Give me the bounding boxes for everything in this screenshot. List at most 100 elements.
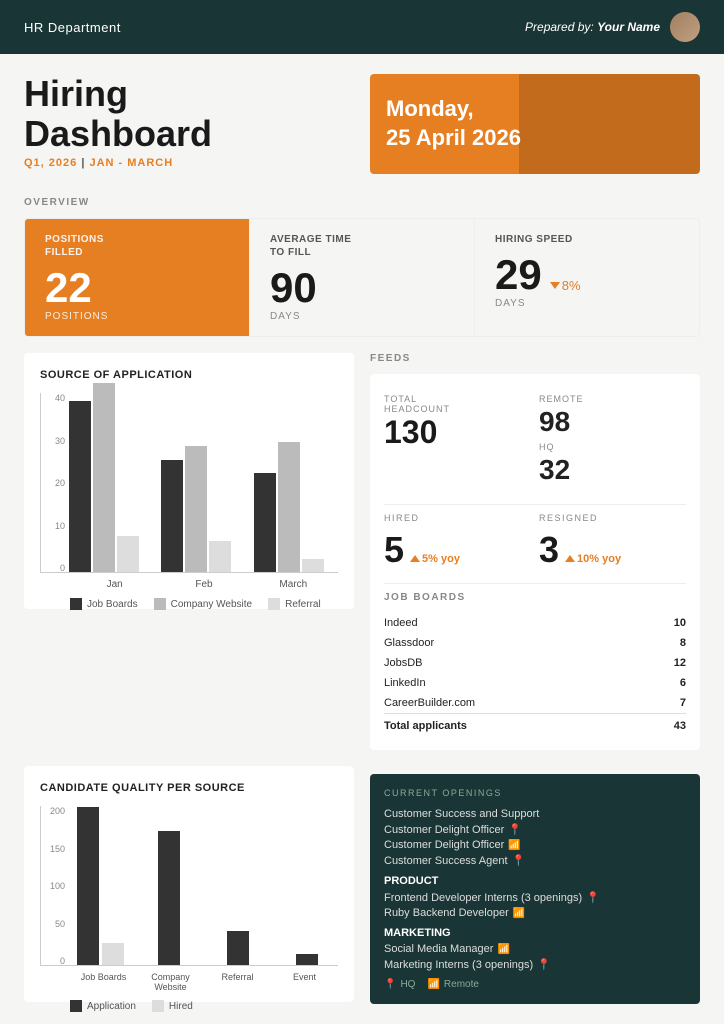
jb-table-row: CareerBuilder.com7: [384, 693, 686, 714]
hiring-speed-value: 29: [495, 252, 542, 298]
prepared-label: Prepared by: Your Name: [525, 20, 660, 34]
cq-y-axis: 200 150 100 50 0: [41, 806, 65, 966]
opening-group-title: PRODUCT: [384, 875, 686, 887]
opening-item: Ruby Backend Developer📶: [384, 907, 686, 919]
source-chart-section: SOURCE OF APPLICATION 40 30 20 10 0: [24, 353, 354, 750]
cq-legend-application-label: Application: [87, 1001, 136, 1012]
hq-value: 32: [539, 454, 686, 486]
cq-legend-application: Application: [70, 1000, 136, 1012]
y-label: 40: [41, 393, 65, 403]
candidate-quality-section: CANDIDATE QUALITY PER SOURCE 200 150 100…: [24, 766, 354, 1004]
opening-item: Frontend Developer Interns (3 openings)📍: [384, 891, 686, 904]
legend-referral-label: Referral: [285, 599, 321, 610]
jb-name: Glassdoor: [384, 633, 650, 653]
opening-text: Frontend Developer Interns (3 openings): [384, 892, 582, 904]
legend-box-lighter: [268, 598, 280, 610]
avatar: [670, 12, 700, 42]
opening-text: Marketing Interns (3 openings): [384, 959, 533, 971]
date-section: Monday, 25 April 2026: [370, 74, 700, 181]
bar-group-feb: [161, 446, 245, 572]
y-label: 10: [41, 521, 65, 531]
cq-legend-hired-label: Hired: [169, 1001, 193, 1012]
opening-group-title: MARKETING: [384, 927, 686, 939]
source-chart: SOURCE OF APPLICATION 40 30 20 10 0: [24, 353, 354, 609]
resigned-delta: 10% yoy: [565, 553, 621, 565]
dashboard-title-section: Hiring Dashboard Q1, 2026 | JAN - MARCH: [24, 74, 354, 181]
cq-chart-section: CANDIDATE QUALITY PER SOURCE 200 150 100…: [24, 766, 354, 1002]
jb-count: 7: [650, 693, 686, 714]
bar-group-jan: [69, 383, 153, 572]
avg-time-value: 90: [270, 265, 454, 311]
resigned-up-icon: [565, 555, 575, 562]
delta-down-icon: [550, 282, 560, 289]
legend-job-boards: Job Boards: [70, 598, 138, 610]
avg-time-label: AVERAGE TIMETO FILL: [270, 233, 454, 259]
bar-feb-jobboards: [161, 460, 183, 572]
opening-text: Ruby Backend Developer: [384, 907, 509, 919]
x-label-feb: Feb: [159, 579, 248, 590]
hiring-speed-delta: 8%: [550, 278, 581, 293]
wifi-icon: 📶: [427, 979, 439, 990]
jb-total-value: 43: [650, 714, 686, 737]
jb-table-row: LinkedIn6: [384, 673, 686, 693]
cq-x-referral: Referral: [204, 972, 271, 992]
hired-label: HIRED: [384, 513, 531, 523]
opening-text: Customer Success and Support: [384, 808, 539, 820]
y-label: 20: [41, 478, 65, 488]
bottom-grid: SOURCE OF APPLICATION 40 30 20 10 0: [24, 353, 700, 1004]
job-boards-table: Indeed10Glassdoor8JobsDB12LinkedIn6Caree…: [384, 613, 686, 736]
positions-filled-value: 22: [45, 265, 229, 311]
jb-name: CareerBuilder.com: [384, 693, 650, 714]
bar-feb-website: [185, 446, 207, 572]
overview-cards: POSITIONSFILLED 22 POSITIONS AVERAGE TIM…: [24, 218, 700, 337]
jb-name: Indeed: [384, 613, 650, 633]
divider: [384, 504, 686, 505]
bar-group-march: [254, 442, 338, 572]
header-title: HR Department: [24, 20, 121, 35]
openings-legend-hq: 📍 HQ: [384, 979, 415, 990]
openings-content: Customer Success and Support Customer Del…: [384, 808, 686, 971]
pin-icon: 📍: [508, 823, 522, 836]
date-card: Monday, 25 April 2026: [370, 74, 700, 174]
wifi-icon: 📶: [497, 944, 509, 955]
hired-card: HIRED 5 5% yoy: [384, 513, 531, 571]
jb-table-row: Glassdoor8: [384, 633, 686, 653]
bar-march-referral: [302, 559, 324, 572]
x-labels: Jan Feb March: [40, 579, 338, 590]
total-headcount-label: TOTALHEADCOUNT: [384, 394, 531, 414]
hq-label: HQ: [539, 442, 686, 452]
hiring-speed-sublabel: DAYS: [495, 298, 679, 309]
opening-item: Customer Success and Support: [384, 808, 686, 820]
x-label-march: March: [249, 579, 338, 590]
jb-table-row: Indeed10: [384, 613, 686, 633]
bar-jan-referral: [117, 536, 139, 572]
opening-item: Social Media Manager📶: [384, 943, 686, 955]
cq-x-event: Event: [271, 972, 338, 992]
cq-group-jobboards: [69, 807, 132, 965]
resigned-value: 3 10% yoy: [539, 529, 686, 571]
avg-time-sublabel: DAYS: [270, 311, 454, 322]
header-right: Prepared by: Your Name: [525, 12, 700, 42]
jb-count: 6: [650, 673, 686, 693]
legend-company-website: Company Website: [154, 598, 253, 610]
main-content: Hiring Dashboard Q1, 2026 | JAN - MARCH …: [0, 54, 724, 1024]
jb-name: JobsDB: [384, 653, 650, 673]
date-text: Monday, 25 April 2026: [386, 95, 521, 152]
legend-website-label: Company Website: [171, 599, 253, 610]
dashboard-title: Hiring Dashboard: [24, 74, 354, 153]
remote-label: REMOTE: [539, 394, 686, 404]
opening-item: Customer Delight Officer📶: [384, 839, 686, 851]
opening-item: Marketing Interns (3 openings)📍: [384, 958, 686, 971]
remote-hq-card: REMOTE 98 HQ 32: [539, 388, 686, 492]
jb-name: LinkedIn: [384, 673, 650, 693]
hiring-speed-label: HIRING SPEED: [495, 233, 679, 246]
total-headcount-card: TOTALHEADCOUNT 130: [384, 388, 531, 492]
remote-value: 98: [539, 406, 686, 438]
hired-value: 5 5% yoy: [384, 529, 531, 571]
legend-referral: Referral: [268, 598, 321, 610]
bar-jan-website: [93, 383, 115, 572]
legend-job-boards-label: Job Boards: [87, 599, 138, 610]
pin-icon: 📍: [384, 979, 396, 990]
cq-title: CANDIDATE QUALITY PER SOURCE: [40, 782, 338, 794]
quarter-label: Q1, 2026 | JAN - MARCH: [24, 157, 354, 169]
